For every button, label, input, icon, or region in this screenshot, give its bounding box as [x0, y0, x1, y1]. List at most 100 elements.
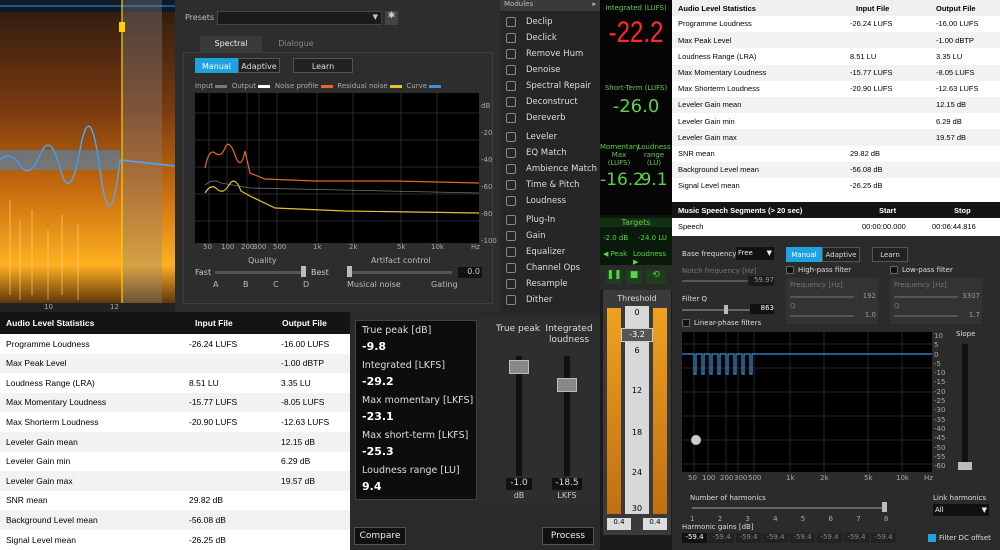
stats-cell: Leveler Gain mean — [6, 436, 78, 447]
harmonic-gain-value[interactable]: -59.4 — [790, 533, 815, 543]
adaptive-button[interactable]: Adaptive — [238, 58, 280, 73]
filter-q-handle[interactable] — [724, 305, 728, 314]
module-item[interactable]: Equalizer — [500, 244, 600, 260]
artifact-value[interactable]: 0.0 — [458, 267, 482, 278]
harmonics-handle[interactable] — [882, 502, 887, 512]
filter-q-slider[interactable] — [682, 309, 752, 311]
pause-icon[interactable]: ❚❚ — [606, 270, 622, 284]
gear-icon[interactable]: ✱ — [385, 11, 398, 25]
harmonic-gain-value[interactable]: -59.4 — [817, 533, 842, 543]
base-freq-label: Base frequency — [682, 250, 737, 258]
module-item[interactable]: Spectral Repair — [500, 78, 600, 94]
module-item[interactable]: Dereverb — [500, 110, 600, 126]
module-item[interactable]: Resample — [500, 276, 600, 292]
module-item[interactable]: EQ Match — [500, 145, 600, 161]
harmonics-tick: 4 — [773, 515, 778, 523]
legend: Input Output Noise profile Residual nois… — [195, 82, 485, 90]
harmonics-tick: 5 — [800, 515, 806, 523]
stats-cell: Background Level mean — [678, 165, 759, 175]
module-item[interactable]: Loudness — [500, 193, 600, 209]
module-item[interactable]: Ambience Match — [500, 161, 600, 177]
module-item[interactable]: Leveler — [500, 129, 600, 145]
freq-axis: 50 100 200 300 500 1k 2k 5k 10k Hz — [203, 243, 480, 251]
module-item[interactable]: Declip — [500, 14, 600, 30]
learn-button[interactable]: Learn — [293, 58, 353, 73]
quality-slider[interactable] — [215, 271, 305, 274]
harmonic-gain-value[interactable]: -59.4 — [763, 533, 788, 543]
eq-db-tick: -45 — [934, 434, 946, 443]
segments-row: Speech 00:00:00.000 00:06:44.816 — [678, 222, 976, 231]
segments-table: Music Speech Segments (> 20 sec) Start S… — [672, 200, 1000, 236]
harmonic-gain-value[interactable]: -59.4 — [736, 533, 761, 543]
module-item[interactable]: Remove Hum — [500, 46, 600, 62]
module-label: Time & Pitch — [526, 180, 580, 190]
module-item[interactable]: Dither — [500, 292, 600, 308]
stats-cell: Max Peak Level — [678, 35, 732, 45]
linear-phase-label: Linear-phase filters — [694, 319, 762, 327]
stats-cell: Max Shorterm Loudness — [678, 84, 760, 94]
eq-manual-button[interactable]: Manual — [786, 247, 822, 262]
eq-response-graph[interactable] — [682, 332, 932, 472]
target-a[interactable]: -2.0 dB — [603, 234, 628, 242]
presets-dropdown[interactable]: ▼ — [217, 11, 382, 25]
module-item[interactable]: Channel Ops — [500, 260, 600, 276]
highpass-checkbox[interactable] — [786, 266, 794, 274]
module-item[interactable]: Gain — [500, 228, 600, 244]
fader1-track[interactable] — [516, 356, 522, 476]
harmonic-gain-value[interactable]: -59.4 — [682, 533, 707, 543]
target-b[interactable]: -24.0 LU — [638, 234, 667, 242]
eq-db-tick: -25 — [934, 397, 946, 406]
harmonic-gain-value[interactable]: -59.4 — [871, 533, 896, 543]
right-level-bar — [653, 308, 667, 514]
quality-slider-handle[interactable] — [301, 266, 306, 277]
manual-button[interactable]: Manual — [195, 58, 238, 73]
dc-offset-checkbox[interactable] — [928, 534, 936, 542]
loudness-button[interactable]: Loudness ▶ — [633, 250, 672, 266]
time-pitch-icon — [506, 180, 516, 190]
declick-icon — [506, 33, 516, 43]
stop-icon[interactable]: ■ — [626, 270, 642, 284]
module-item[interactable]: Time & Pitch — [500, 177, 600, 193]
artifact-slider[interactable] — [352, 271, 452, 274]
filter-q-value[interactable]: 863 — [750, 304, 774, 314]
threshold-handle[interactable]: -3.2 — [621, 328, 653, 342]
linear-phase-checkbox[interactable] — [682, 319, 690, 327]
compare-button[interactable]: Compare — [354, 527, 406, 545]
slope-handle[interactable] — [958, 462, 972, 470]
spectrogram-view[interactable]: 10 12 — [0, 0, 175, 312]
integrated-value: -22.2 — [608, 16, 664, 49]
channel-ops-icon — [506, 263, 516, 273]
harmonics-slider[interactable] — [692, 507, 886, 509]
slope-slider[interactable] — [962, 344, 968, 470]
module-item[interactable]: Denoise — [500, 62, 600, 78]
stats-cell: 8.51 LU — [189, 377, 219, 388]
tab-dialogue[interactable]: Dialogue — [265, 36, 327, 52]
module-item[interactable]: Deconstruct — [500, 94, 600, 110]
peak-button[interactable]: ◀ Peak — [603, 250, 627, 258]
eq-adaptive-button[interactable]: Adaptive — [822, 247, 860, 262]
lowpass-checkbox[interactable] — [890, 266, 898, 274]
loop-icon[interactable]: ⟲ — [646, 270, 666, 284]
process-button[interactable]: Process — [542, 527, 594, 545]
notch-value[interactable]: 59.97 — [748, 276, 774, 286]
stats-row: Max Momentary Loudness -15.77 LUFS -8.05 L… — [672, 64, 1000, 81]
fader2-value[interactable]: -18.5 — [552, 478, 582, 490]
range-value: 9.1 — [640, 170, 668, 190]
fader1-handle[interactable] — [509, 360, 529, 374]
link-harmonics-dropdown[interactable]: All ▼ — [933, 504, 989, 516]
fader1-value[interactable]: -1.0 — [506, 478, 532, 490]
harmonic-gain-value[interactable]: -59.4 — [844, 533, 869, 543]
eq-learn-button[interactable]: Learn — [872, 247, 908, 262]
denoise-spectrum-graph[interactable] — [195, 93, 479, 243]
fader2-handle[interactable] — [557, 378, 577, 392]
fader2-track[interactable] — [564, 356, 570, 476]
equalizer-icon — [506, 247, 516, 257]
stats-row: Max Shorterm Loudness -20.90 LUFS -12.63 L… — [672, 80, 1000, 97]
module-item[interactable]: Plug-In — [500, 212, 600, 228]
module-item[interactable]: Declick — [500, 30, 600, 46]
harmonic-gain-value[interactable]: -59.4 — [709, 533, 734, 543]
module-label: Channel Ops — [526, 263, 581, 273]
tab-spectral[interactable]: Spectral — [200, 36, 262, 52]
stats-cell: -26.25 dB — [850, 181, 883, 191]
base-freq-dropdown[interactable]: Free ▼ — [736, 247, 774, 260]
